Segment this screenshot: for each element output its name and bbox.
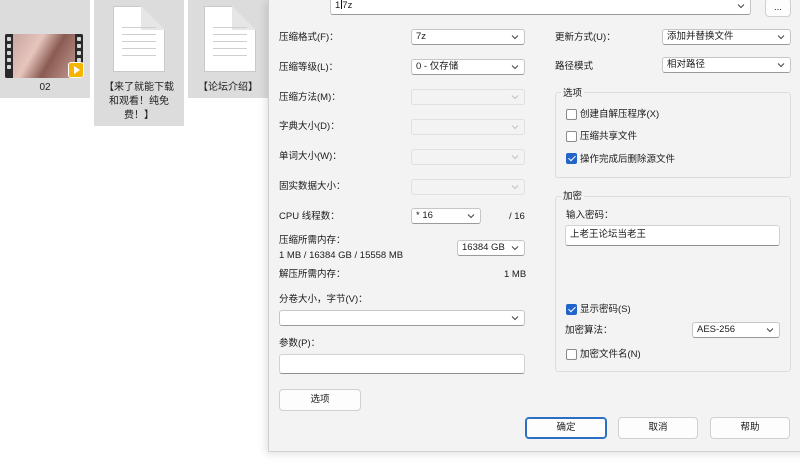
format-value: 7z: [416, 31, 427, 42]
chevron-down-icon: [777, 63, 785, 68]
chevron-down-icon: [766, 328, 774, 333]
mem-compress-detail: 1 MB / 16384 GB / 15558 MB: [279, 250, 404, 261]
encrypt-names-checkbox[interactable]: [566, 349, 577, 360]
encryption-group: [555, 196, 791, 372]
level-select[interactable]: 0 - 仅存储: [411, 59, 525, 75]
path-mode-label: 路径模式: [555, 61, 594, 72]
ok-button[interactable]: 确定: [525, 417, 607, 439]
encrypt-names-label: 加密文件名(N): [580, 349, 641, 360]
chevron-down-icon: [511, 246, 519, 251]
delete-after-label: 操作完成后删除源文件: [580, 154, 676, 165]
dict-label: 字典大小(D)：: [279, 121, 340, 132]
shared-label: 压缩共享文件: [580, 131, 638, 142]
desktop-icon-label: 【来了就能下载和观看！纯免费！】: [104, 82, 174, 121]
split-label: 分卷大小，字节(V)：: [279, 294, 368, 305]
path-mode-value: 相对路径: [667, 59, 706, 70]
split-combo[interactable]: [279, 310, 525, 326]
chevron-down-icon: [511, 95, 519, 100]
level-value: 0 - 仅存储: [416, 61, 459, 72]
encryption-method-label: 加密算法：: [565, 325, 613, 336]
level-label: 压缩等级(L)：: [279, 62, 339, 73]
solid-label: 固实数据大小：: [279, 181, 346, 192]
word-label: 单词大小(W)：: [279, 151, 342, 162]
solid-select: [411, 179, 525, 195]
shared-checkbox[interactable]: [566, 131, 577, 142]
chevron-down-icon: [511, 35, 519, 40]
archive-name-combo[interactable]: 1 7z: [330, 0, 751, 15]
mem-value: 16384 GB: [462, 242, 505, 253]
method-select: [411, 89, 525, 105]
sfx-label: 创建自解压程序(X): [580, 109, 660, 120]
password-input[interactable]: 上老王论坛当老王: [565, 225, 780, 246]
options-group-title: 选项: [561, 88, 585, 100]
cancel-button[interactable]: 取消: [618, 417, 698, 439]
desktop-icon-doc-forum[interactable]: 【论坛介绍】: [188, 0, 268, 98]
format-select[interactable]: 7z: [411, 29, 525, 45]
chevron-down-icon: [777, 35, 785, 40]
chevron-down-icon: [467, 214, 475, 219]
chevron-down-icon: [511, 316, 519, 321]
text-document-icon: [204, 6, 256, 72]
archive-name-part-a: 1: [335, 0, 341, 11]
mem-decompress-value: 1 MB: [504, 269, 527, 280]
show-password-label: 显示密码(S): [580, 304, 631, 315]
params-label: 参数(P)：: [279, 338, 321, 349]
format-label: 压缩格式(F)：: [279, 32, 339, 43]
method-label: 压缩方法(M)：: [279, 92, 341, 103]
dict-select: [411, 119, 525, 135]
update-select[interactable]: 添加并替换文件: [662, 29, 791, 45]
chevron-down-icon: [511, 125, 519, 130]
chevron-down-icon: [511, 65, 519, 70]
desktop: 02 【来了就能下载和观看！纯免费！】 【论坛介绍】: [0, 0, 270, 474]
desktop-icon-label: 【论坛介绍】: [198, 82, 258, 93]
chevron-down-icon: [511, 155, 519, 160]
desktop-icon-doc-download[interactable]: 【来了就能下载和观看！纯免费！】: [94, 0, 184, 126]
cpu-value: * 16: [416, 210, 433, 221]
options-button[interactable]: 选项: [279, 389, 361, 411]
encryption-method-value: AES-256: [697, 324, 736, 335]
encryption-group-title: 加密: [561, 191, 585, 203]
cpu-total: / 16: [509, 211, 525, 222]
mem-decompress-label: 解压所需内存：: [279, 269, 346, 280]
encryption-method-select[interactable]: AES-256: [692, 322, 780, 338]
password-label: 输入密码：: [566, 210, 614, 221]
browse-button[interactable]: ...: [765, 0, 791, 17]
word-select: [411, 149, 525, 165]
mem-compress-label: 压缩所需内存：: [279, 235, 346, 246]
chevron-down-icon: [737, 4, 745, 9]
player-badge-icon: [68, 62, 84, 78]
help-button[interactable]: 帮助: [710, 417, 790, 439]
desktop-icon-video[interactable]: 02: [0, 0, 90, 98]
path-mode-select[interactable]: 相对路径: [662, 57, 791, 73]
update-value: 添加并替换文件: [667, 31, 734, 42]
add-to-archive-dialog: 1 7z ... 压缩格式(F)： 7z 压缩等级(L)： 0 - 仅存储 压缩方…: [268, 0, 800, 452]
password-value: 上老王论坛当老王: [570, 229, 647, 240]
mem-select[interactable]: 16384 GB: [457, 240, 525, 256]
desktop-icon-label: 02: [39, 82, 51, 93]
text-document-icon: [113, 6, 165, 72]
cpu-label: CPU 线程数：: [279, 211, 340, 222]
cpu-select[interactable]: * 16: [411, 208, 481, 224]
show-password-checkbox[interactable]: [566, 304, 577, 315]
chevron-down-icon: [511, 185, 519, 190]
delete-after-checkbox[interactable]: [566, 153, 577, 164]
archive-name-part-b: 7z: [342, 0, 353, 11]
sfx-checkbox[interactable]: [566, 109, 577, 120]
update-label: 更新方式(U)：: [555, 32, 616, 43]
params-input[interactable]: [279, 354, 525, 374]
